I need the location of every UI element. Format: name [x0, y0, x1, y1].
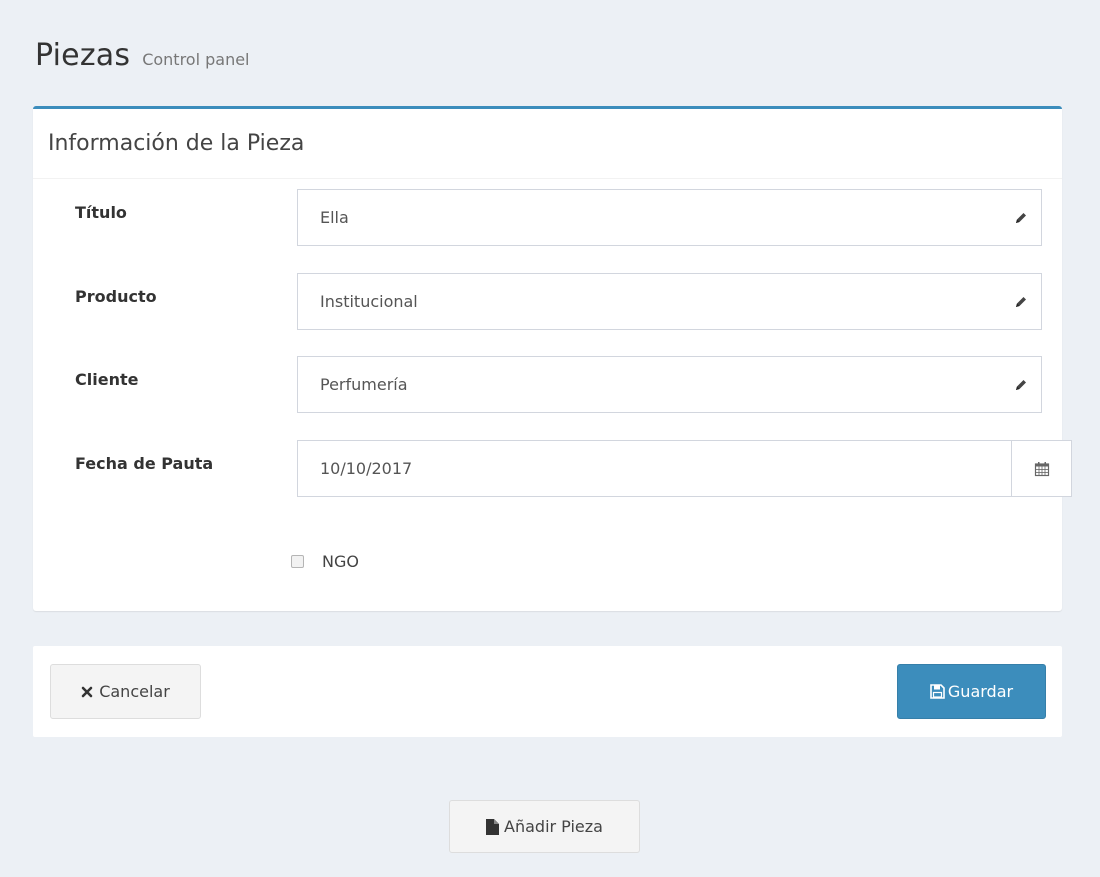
cancel-button[interactable]: Cancelar	[50, 664, 201, 719]
pencil-icon	[1001, 274, 1041, 329]
fecha-input-group	[297, 440, 1072, 497]
titulo-input-group	[297, 189, 1042, 246]
field-label-producto: Producto	[75, 287, 157, 306]
add-piece-button-label: Añadir Pieza	[504, 817, 603, 836]
producto-input[interactable]	[298, 273, 1001, 330]
cancel-button-label: Cancelar	[99, 682, 170, 701]
fecha-input[interactable]	[298, 440, 1011, 497]
producto-input-group	[297, 273, 1042, 330]
ngo-checkbox-label: NGO	[322, 552, 359, 571]
cliente-input[interactable]	[298, 356, 1001, 413]
piece-info-box: Información de la Pieza Título Producto	[33, 106, 1072, 611]
times-icon	[81, 686, 93, 698]
page-title: Piezas	[35, 38, 131, 73]
form-row-titulo: Título	[33, 189, 1062, 261]
save-button-label: Guardar	[947, 682, 1014, 701]
field-label-fecha: Fecha de Pauta	[75, 454, 214, 473]
box-title: Información de la Pieza	[48, 131, 305, 156]
save-button[interactable]: Guardar	[897, 664, 1046, 719]
calendar-icon[interactable]	[1011, 441, 1071, 496]
form-footer: Cancelar Guardar	[33, 646, 1062, 737]
ngo-checkbox-row: NGO	[291, 552, 359, 571]
titulo-input[interactable]	[298, 189, 1001, 246]
pencil-icon	[1001, 357, 1041, 412]
form-row-producto: Producto	[33, 273, 1062, 345]
cliente-input-group	[297, 356, 1042, 413]
file-icon	[486, 818, 500, 835]
field-label-cliente: Cliente	[75, 370, 139, 389]
page: Piezas Control panel Información de la P…	[0, 0, 1100, 877]
pencil-icon	[1001, 190, 1041, 245]
field-label-titulo: Título	[75, 203, 127, 222]
ngo-checkbox[interactable]	[291, 555, 304, 568]
form-row-fecha: Fecha de Pauta	[33, 440, 1072, 512]
page-header: Piezas Control panel	[35, 38, 250, 73]
form-row-cliente: Cliente	[33, 356, 1062, 428]
add-piece-button[interactable]: Añadir Pieza	[449, 800, 640, 853]
page-subtitle: Control panel	[142, 50, 250, 69]
box-header: Información de la Pieza	[33, 109, 1062, 179]
floppy-icon	[930, 684, 945, 699]
